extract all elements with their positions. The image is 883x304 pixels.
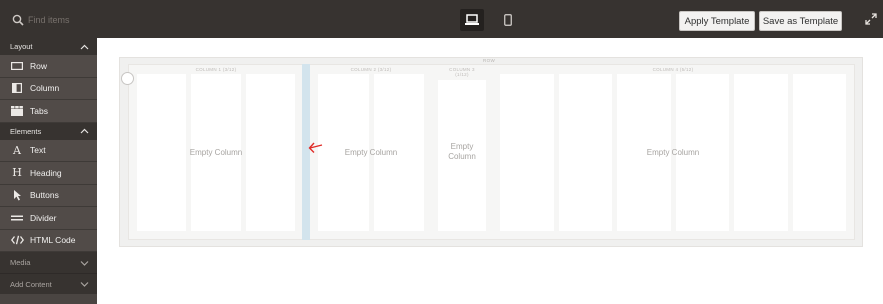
sidebar-item-tabs[interactable]: Tabs [0, 100, 97, 123]
row-select-handle[interactable] [121, 72, 134, 85]
heading-icon: H [12, 166, 22, 180]
column-header: COLUMN 4 (5/12) [652, 67, 694, 72]
mobile-icon [504, 14, 512, 26]
sidebar-item-text[interactable]: A Text [0, 139, 97, 162]
sidebar-item-label: Heading [30, 167, 62, 178]
column-icon [10, 82, 24, 94]
desktop-view-button[interactable] [460, 9, 484, 31]
column-2[interactable]: COLUMN 2 (3/12) Empty Column [312, 66, 430, 238]
section-layout[interactable]: Layout [0, 38, 97, 55]
empty-column-label: Empty Column [646, 148, 700, 157]
desktop-icon [465, 14, 479, 25]
search-icon [12, 14, 24, 26]
sidebar-item-row[interactable]: Row [0, 55, 97, 78]
sidebar-item-buttons[interactable]: Buttons [0, 184, 97, 207]
divider-icon [10, 212, 24, 224]
column-header: COLUMN 3 (1/12) [449, 67, 475, 77]
sidebar-item-label: HTML Code [30, 235, 76, 246]
sidebar-item-html-code[interactable]: HTML Code [0, 229, 97, 252]
fullscreen-icon[interactable] [865, 13, 877, 25]
column-3[interactable]: COLUMN 3 (1/12) Empty Column [432, 66, 492, 238]
save-as-template-button[interactable]: Save as Template [759, 11, 842, 31]
empty-column-label: Empty Column [189, 148, 243, 157]
row-icon [10, 60, 24, 72]
sidebar-item-label: Tabs [30, 105, 48, 116]
apply-template-button[interactable]: Apply Template [679, 11, 755, 31]
chevron-down-icon [80, 282, 89, 287]
sidebar-item-label: Row [30, 60, 48, 71]
chevron-down-icon [80, 260, 89, 266]
text-icon: A [13, 143, 21, 157]
cursor-icon [10, 189, 24, 201]
sidebar-item-heading[interactable]: H Heading [0, 162, 97, 185]
mobile-view-button[interactable] [500, 9, 516, 31]
section-label: Elements [10, 126, 42, 136]
code-icon [10, 234, 24, 246]
search-placeholder[interactable]: Find items [28, 15, 70, 25]
section-label: Media [10, 258, 31, 267]
red-arrow-icon [308, 142, 323, 153]
column-header: COLUMN 1 (3/12) [195, 67, 237, 72]
empty-column-label: Empty Column [344, 148, 398, 157]
chevron-up-icon [80, 44, 89, 49]
content-sidebar: Layout Row Column Tabs Elements A Text H… [0, 38, 97, 304]
sidebar-item-label: Divider [30, 212, 57, 223]
section-media[interactable]: Media [0, 252, 97, 273]
section-elements[interactable]: Elements [0, 122, 97, 140]
section-label: Add Content [10, 279, 52, 289]
chevron-up-icon [80, 128, 89, 134]
top-toolbar: Find items Apply Template Save as Templa… [0, 0, 883, 38]
empty-column-label: Empty Column [448, 142, 476, 161]
section-add-content[interactable]: Add Content [0, 273, 97, 294]
sidebar-item-divider[interactable]: Divider [0, 207, 97, 230]
sidebar-item-label: Buttons [30, 190, 59, 201]
row-label: ROW [483, 58, 496, 63]
column-1[interactable]: COLUMN 1 (3/12) Empty Column [131, 66, 301, 238]
sidebar-item-label: Text [30, 145, 46, 156]
sidebar-item-column[interactable]: Column [0, 77, 97, 100]
column-4[interactable]: COLUMN 4 (5/12) Empty Column [494, 66, 852, 238]
column-header: COLUMN 2 (3/12) [350, 67, 392, 72]
section-label: Layout [10, 42, 33, 51]
tabs-icon [10, 105, 24, 117]
sidebar-item-label: Column [30, 83, 60, 94]
search-field[interactable]: Find items [12, 12, 70, 28]
